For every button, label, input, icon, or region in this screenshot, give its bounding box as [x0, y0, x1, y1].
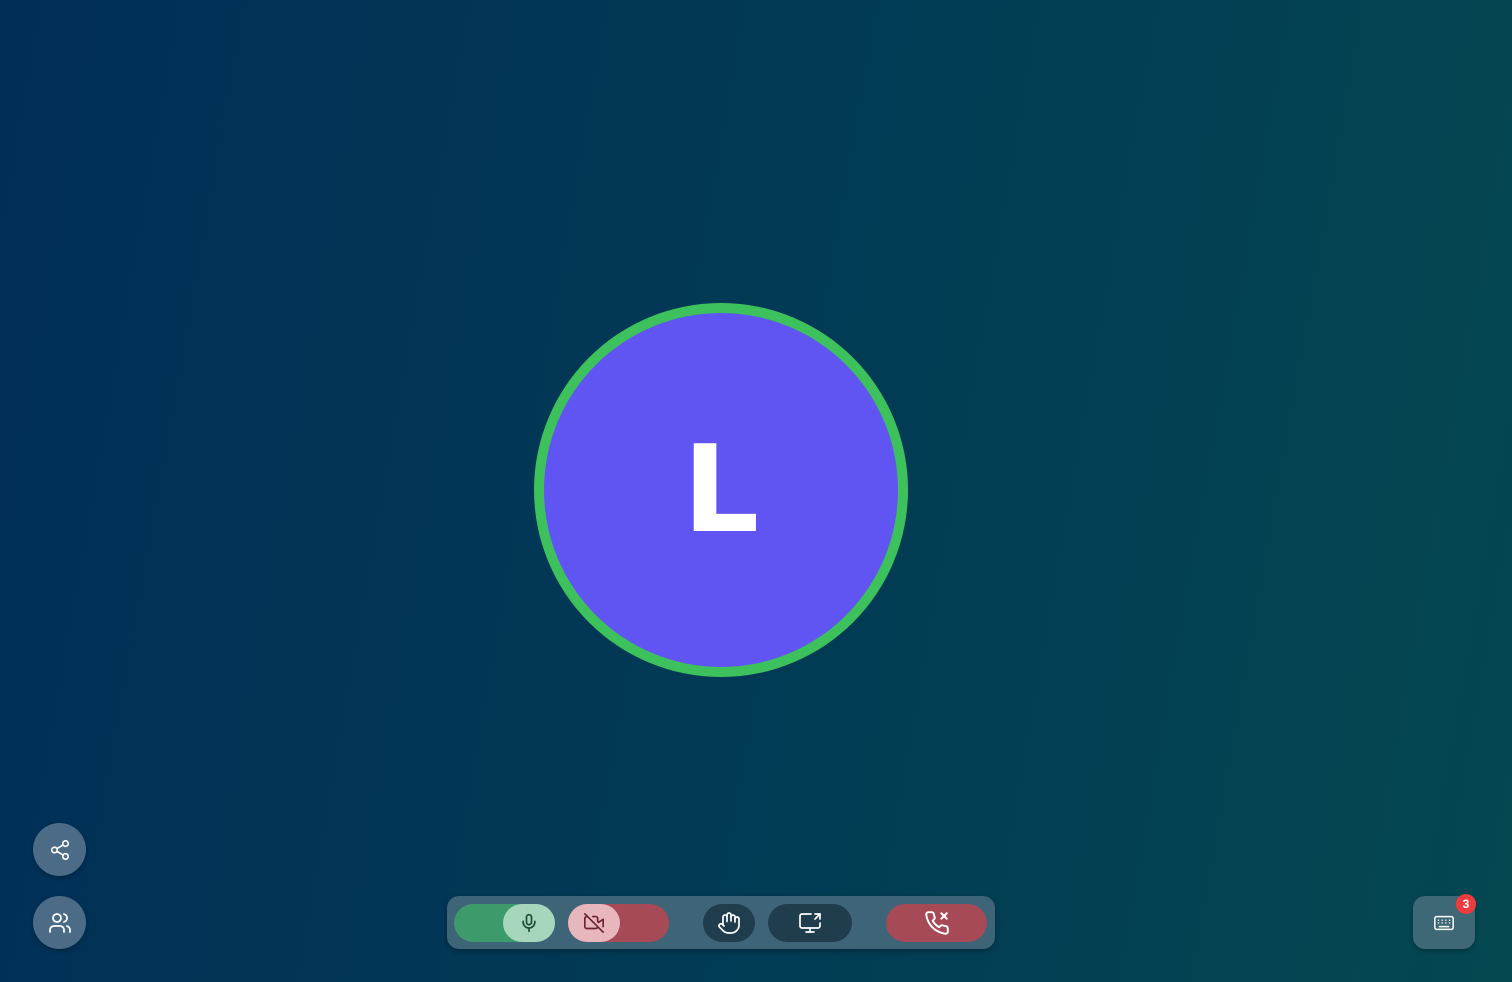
- share-icon: [49, 839, 71, 861]
- phone-x-icon: [924, 910, 950, 936]
- camera-toggle-knob[interactable]: [568, 904, 620, 942]
- share-link-button[interactable]: [33, 823, 86, 876]
- participant-initial: L: [682, 420, 760, 560]
- screen-share-icon: [798, 911, 822, 935]
- raise-hand-button[interactable]: [703, 904, 755, 942]
- notification-badge: 3: [1456, 894, 1476, 914]
- microphone-toggle-knob[interactable]: [503, 904, 555, 942]
- participants-button[interactable]: [33, 896, 86, 949]
- keyboard-shortcuts-button[interactable]: 3: [1413, 894, 1476, 949]
- call-toolbar: [447, 896, 995, 949]
- users-icon: [48, 911, 72, 935]
- microphone-icon: [519, 912, 539, 934]
- speaking-indicator-ring: L: [534, 303, 908, 677]
- end-call-button[interactable]: [886, 904, 987, 942]
- hand-icon: [717, 911, 741, 935]
- video-off-icon: [582, 912, 606, 934]
- microphone-toggle[interactable]: [454, 904, 555, 942]
- screen-share-button[interactable]: [768, 904, 852, 942]
- participant-avatar: L: [544, 313, 898, 667]
- camera-toggle[interactable]: [568, 904, 669, 942]
- keyboard-icon: [1432, 912, 1456, 934]
